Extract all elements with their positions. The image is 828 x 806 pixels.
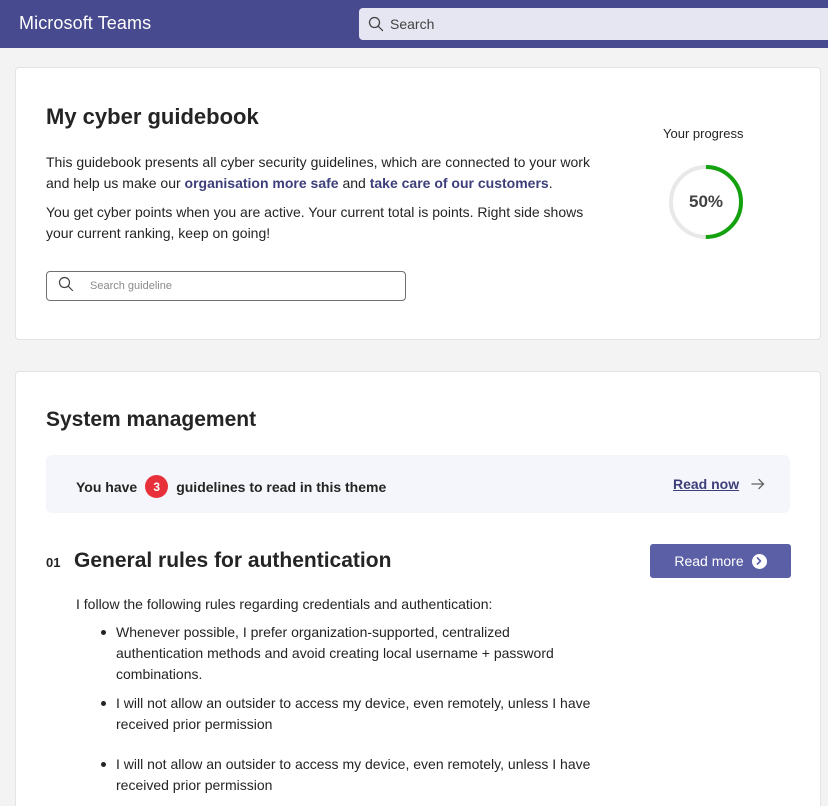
points-text: You get cyber points when you are active… bbox=[46, 204, 584, 241]
intro-text: . bbox=[548, 175, 553, 191]
intro-text: and bbox=[338, 175, 370, 191]
read-now-link[interactable]: Read now bbox=[673, 476, 739, 492]
read-more-label: Read more bbox=[674, 553, 744, 569]
guideline-title: General rules for authentication bbox=[74, 549, 392, 572]
search-icon bbox=[58, 276, 74, 297]
progress-value: 50% bbox=[688, 192, 724, 211]
list-item: I will not allow an outsider to access m… bbox=[76, 693, 596, 735]
search-icon bbox=[368, 16, 384, 32]
progress-label: Your progress bbox=[663, 126, 744, 141]
guideline-number: 01 bbox=[46, 555, 61, 570]
theme-card: System management You have 3 guidelines … bbox=[15, 371, 821, 806]
guidebook-intro: This guidebook presents all cyber securi… bbox=[46, 152, 606, 194]
search-box[interactable]: Search bbox=[359, 8, 828, 40]
guideline-search-input[interactable]: Search guideline bbox=[46, 271, 406, 301]
chevron-right-icon bbox=[751, 553, 767, 569]
guideline-search-placeholder: Search guideline bbox=[90, 280, 172, 292]
unread-notice: You have 3 guidelines to read in this th… bbox=[46, 455, 790, 513]
app-title: Microsoft Teams bbox=[19, 13, 152, 33]
list-item: Whenever possible, I prefer organization… bbox=[76, 622, 596, 685]
notice-prefix: You have bbox=[76, 478, 138, 495]
arrow-right-icon[interactable] bbox=[751, 477, 765, 496]
rules-list: Whenever possible, I prefer organization… bbox=[76, 622, 596, 796]
top-bar: Microsoft Teams Search bbox=[0, 0, 828, 48]
search-placeholder: Search bbox=[390, 16, 435, 32]
notice-suffix: guidelines to read in this theme bbox=[176, 478, 387, 495]
intro-highlight-customers: take care of our customers bbox=[369, 175, 549, 191]
rules-intro: I follow the following rules regarding c… bbox=[76, 596, 493, 612]
page-title: My cyber guidebook bbox=[46, 104, 259, 129]
theme-title: System management bbox=[46, 408, 257, 431]
unread-count-badge: 3 bbox=[145, 475, 169, 498]
notice-text: You have 3 guidelines to read in this th… bbox=[76, 475, 386, 498]
intro-highlight-safe: organisation more safe bbox=[184, 175, 339, 191]
guidebook-card: My cyber guidebook This guidebook presen… bbox=[15, 67, 821, 340]
read-more-button[interactable]: Read more bbox=[650, 544, 791, 578]
list-item: I will not allow an outsider to access m… bbox=[76, 754, 596, 796]
